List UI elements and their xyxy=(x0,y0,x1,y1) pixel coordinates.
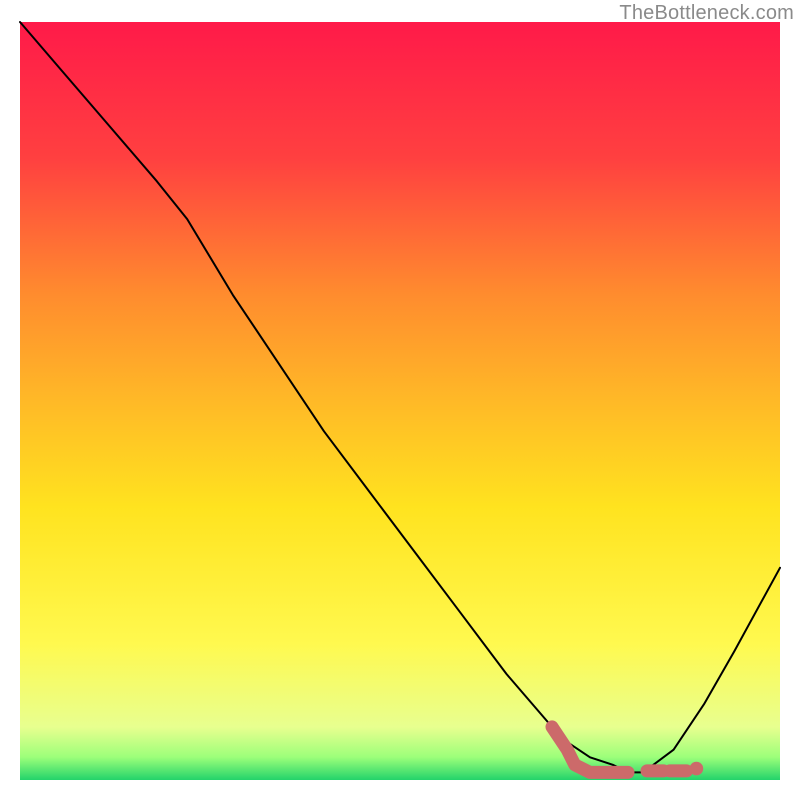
bottleneck-chart xyxy=(0,0,800,800)
chart-canvas: TheBottleneck.com xyxy=(0,0,800,800)
optimal-end-dot xyxy=(690,762,704,776)
gradient-background xyxy=(20,22,780,780)
watermark-text: TheBottleneck.com xyxy=(619,2,794,25)
